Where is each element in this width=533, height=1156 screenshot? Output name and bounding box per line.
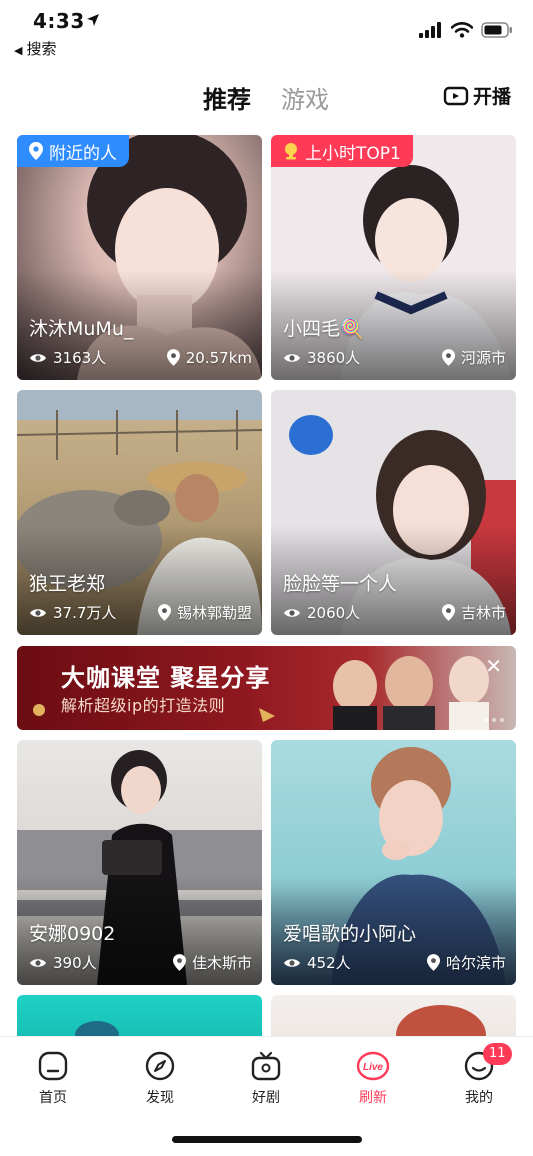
location-pin-icon: [166, 349, 180, 366]
location-pin-icon: [29, 142, 43, 160]
nav-refresh[interactable]: Live 刷新: [333, 1049, 413, 1107]
stream-card[interactable]: 狼王老郑 37.7万人 锡林郭勒盟: [17, 390, 262, 635]
promo-banner[interactable]: 大咖课堂 聚星分享 解析超级ip的打造法则 ✕: [17, 646, 516, 730]
status-time: 4:33: [33, 9, 85, 33]
location-info: 锡林郭勒盟: [157, 602, 252, 623]
wifi-icon: [451, 22, 473, 38]
location-text: 吉林市: [460, 604, 506, 622]
location-info: 20.57km: [166, 348, 252, 367]
compass-icon: [120, 1049, 200, 1083]
viewer-count: 3163人: [29, 347, 106, 368]
status-bar: 4:33 ◀ 搜索: [0, 0, 533, 64]
viewer-count-text: 37.7万人: [53, 604, 117, 622]
streamer-name: 安娜0902: [29, 923, 116, 945]
card-meta: 2060人 吉林市: [283, 602, 506, 623]
viewer-count: 37.7万人: [29, 602, 116, 623]
banner-subtitle: 解析超级ip的打造法则: [61, 696, 226, 715]
nav-label: 发现: [146, 1090, 174, 1106]
location-pin-icon: [157, 604, 171, 621]
eye-icon: [30, 353, 46, 362]
eye-icon: [30, 608, 46, 617]
stream-card[interactable]: 脸脸等一个人 2060人 吉林市: [271, 390, 516, 635]
location-text: 佳木斯市: [191, 954, 252, 972]
eye-icon: [284, 958, 300, 967]
banner-title: 大咖课堂 聚星分享: [61, 664, 271, 692]
nav-drama[interactable]: 好剧: [226, 1049, 306, 1107]
tv-icon: [226, 1049, 306, 1083]
top-header: 推荐 游戏 开播: [0, 70, 533, 120]
back-triangle-icon: ◀: [14, 44, 23, 57]
viewer-count-text: 2060人: [307, 604, 361, 622]
signal-icon: [419, 22, 441, 38]
back-app-label: 搜索: [26, 40, 57, 58]
location-pin-icon: [172, 954, 186, 971]
stream-card[interactable]: 安娜0902 390人 佳木斯市: [17, 740, 262, 985]
viewer-count: 3860人: [283, 347, 360, 368]
live-refresh-icon: Live: [333, 1049, 413, 1083]
location-text: 锡林郭勒盟: [176, 604, 252, 622]
tab-games[interactable]: 游戏: [281, 80, 329, 115]
location-info: 河源市: [441, 347, 506, 368]
notification-badge: 11: [483, 1043, 512, 1065]
nav-home[interactable]: 首页: [13, 1049, 93, 1107]
close-icon[interactable]: ✕: [485, 654, 502, 678]
viewer-count-text: 452人: [307, 954, 351, 972]
location-pin-icon: [426, 954, 440, 971]
back-to-search[interactable]: ◀ 搜索: [14, 38, 56, 59]
card-meta: 452人 哈尔滨市: [283, 952, 506, 973]
eye-icon: [30, 958, 46, 967]
location-text: 河源市: [460, 349, 506, 367]
nav-profile[interactable]: 我的 11: [439, 1043, 519, 1107]
card-meta: 3163人 20.57km: [29, 347, 252, 368]
home-icon: [13, 1049, 93, 1083]
app-screen: 4:33 ◀ 搜索 推荐 游戏 开播 附近的人 沐沐MuMu_ 3163人 20…: [0, 0, 533, 1156]
trophy-icon: [285, 143, 297, 160]
streamer-name: 脸脸等一个人: [283, 573, 398, 595]
eye-icon: [284, 608, 300, 617]
stream-card[interactable]: 附近的人 沐沐MuMu_ 3163人 20.57km: [17, 135, 262, 380]
streamer-name: 沐沐MuMu_: [29, 318, 134, 340]
badge-label: 附近的人: [49, 143, 117, 164]
nav-discover[interactable]: 发现: [120, 1049, 200, 1107]
location-info: 吉林市: [441, 602, 506, 623]
svg-text:Live: Live: [363, 1062, 383, 1073]
nav-label: 我的: [465, 1090, 493, 1106]
viewer-count-text: 3860人: [307, 349, 361, 367]
stream-card[interactable]: 上小时TOP1 小四毛🍭 3860人 河源市: [271, 135, 516, 380]
streamer-name: 爱唱歌的小阿心: [283, 923, 417, 945]
home-indicator[interactable]: [172, 1136, 362, 1143]
location-info: 哈尔滨市: [426, 952, 506, 973]
streamer-name: 狼王老郑: [29, 573, 106, 595]
nav-label: 刷新: [359, 1090, 387, 1106]
card-meta: 3860人 河源市: [283, 347, 506, 368]
battery-icon: [481, 22, 512, 38]
location-text: 20.57km: [185, 348, 252, 367]
stream-card[interactable]: 爱唱歌的小阿心 452人 哈尔滨市: [271, 740, 516, 985]
eye-icon: [284, 353, 300, 362]
viewer-count-text: 3163人: [53, 349, 107, 367]
card-meta: 390人 佳木斯市: [29, 952, 252, 973]
location-arrow-icon: [87, 14, 99, 26]
top1-badge: 上小时TOP1: [271, 135, 413, 167]
location-pin-icon: [441, 604, 455, 621]
location-pin-icon: [441, 349, 455, 366]
go-live-label: 开播: [472, 86, 511, 108]
nav-label: 好剧: [252, 1090, 280, 1106]
camera-icon: [443, 86, 469, 105]
location-info: 佳木斯市: [172, 952, 252, 973]
card-meta: 37.7万人 锡林郭勒盟: [29, 602, 252, 623]
viewer-count: 390人: [29, 952, 97, 973]
viewer-count: 452人: [283, 952, 351, 973]
badge-label: 上小时TOP1: [305, 143, 401, 164]
nav-label: 首页: [39, 1090, 67, 1106]
viewer-count: 2060人: [283, 602, 360, 623]
tab-recommend[interactable]: 推荐: [203, 80, 251, 115]
viewer-count-text: 390人: [53, 954, 97, 972]
nearby-badge: 附近的人: [17, 135, 129, 167]
banner-pager: [484, 718, 504, 722]
status-icons: [419, 22, 513, 38]
streamer-name: 小四毛🍭: [283, 318, 364, 340]
go-live-button[interactable]: 开播: [443, 82, 511, 109]
location-text: 哈尔滨市: [445, 954, 506, 972]
